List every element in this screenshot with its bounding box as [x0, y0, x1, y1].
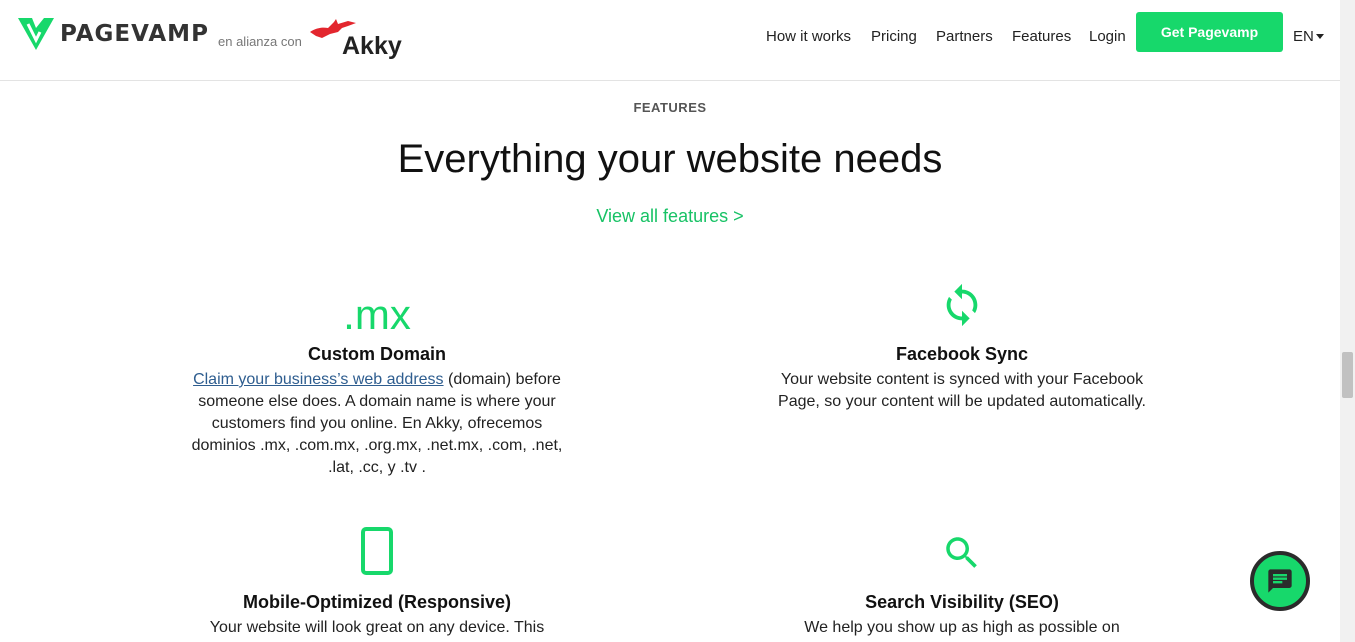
sync-icon — [946, 283, 978, 327]
language-label: EN — [1293, 28, 1314, 45]
akky-logo: Akky — [308, 16, 408, 66]
chat-icon — [1268, 569, 1292, 593]
pagevamp-logo-icon — [18, 18, 54, 50]
pagevamp-logo[interactable]: PAGEVAMP — [18, 18, 209, 50]
scrollbar-thumb[interactable] — [1342, 352, 1353, 398]
nav-pricing[interactable]: Pricing — [871, 28, 917, 45]
site-header: PAGEVAMP en alianza con Akky How it work… — [0, 0, 1340, 81]
nav-features[interactable]: Features — [1012, 28, 1071, 45]
caret-down-icon — [1315, 34, 1324, 39]
feature-title: Mobile-Optimized (Responsive) — [242, 592, 512, 612]
search-icon — [946, 537, 977, 568]
feature-mobile-optimized: Mobile-Optimized (Responsive) Your websi… — [187, 527, 567, 639]
feature-title: Custom Domain — [307, 344, 446, 364]
language-selector[interactable]: EN — [1293, 28, 1324, 45]
logo-text: PAGEVAMP — [60, 21, 209, 47]
feature-icon-wrap — [187, 527, 567, 592]
section-headline: Everything your website needs — [397, 137, 943, 181]
scrollbar[interactable] — [1340, 0, 1355, 642]
feature-icon-wrap — [772, 281, 1152, 344]
feature-title: Facebook Sync — [895, 344, 1029, 364]
feature-description: Your website will look great on any devi… — [209, 619, 545, 636]
feature-description: We help you show up as high as possible … — [804, 619, 1120, 636]
partner-name: Akky — [342, 32, 402, 60]
feature-description: Claim your business’s web address (domai… — [187, 369, 567, 479]
feature-title: Search Visibility (SEO) — [865, 592, 1059, 612]
feature-facebook-sync: Facebook Sync Your website content is sy… — [772, 281, 1152, 413]
alliance-text: en alianza con — [218, 34, 302, 49]
feature-custom-domain: .mx Custom Domain Claim your business’s … — [187, 294, 567, 479]
nav-login[interactable]: Login — [1089, 28, 1126, 45]
get-pagevamp-button[interactable]: Get Pagevamp — [1136, 12, 1283, 52]
section-eyebrow: FEATURES — [633, 100, 707, 115]
claim-domain-link[interactable]: Claim your business’s web address — [193, 371, 443, 388]
feature-description: Your website content is synced with your… — [778, 371, 1146, 410]
chat-button[interactable] — [1250, 551, 1310, 611]
feature-icon-wrap — [772, 532, 1152, 592]
smartphone-icon — [361, 527, 393, 575]
nav-partners[interactable]: Partners — [936, 28, 993, 45]
view-all-features-link[interactable]: View all features > — [0, 206, 1340, 227]
nav-how-it-works[interactable]: How it works — [766, 28, 851, 45]
domain-badge: .mx — [343, 291, 411, 338]
feature-search-visibility: Search Visibility (SEO) We help you show… — [772, 532, 1152, 639]
